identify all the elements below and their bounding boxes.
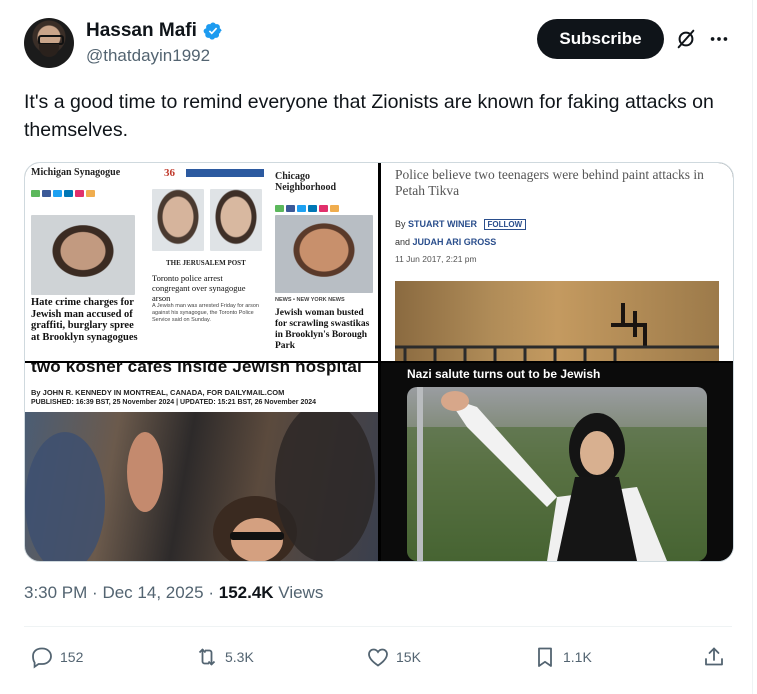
protest-photo — [25, 402, 378, 561]
more-icon[interactable] — [708, 28, 730, 50]
tweet-date[interactable]: Dec 14, 2025 — [102, 583, 203, 602]
author-name-row: Hassan Mafi — [86, 20, 223, 42]
article-published: PUBLISHED: 16:39 BST, 25 November 2024 |… — [31, 399, 317, 406]
grok-icon[interactable] — [675, 28, 697, 50]
article-byline: By JOHN R. KENNEDY IN MONTREAL, CANADA, … — [31, 388, 285, 397]
share-buttons — [269, 203, 378, 214]
share-button[interactable] — [702, 645, 726, 669]
collage-number: 36 — [164, 167, 175, 179]
reply-button[interactable]: 152 — [30, 645, 83, 669]
article-headline: Police believe two teenagers were behind… — [395, 167, 704, 198]
tweet-text: It's a good time to remind everyone that… — [24, 91, 714, 141]
separator: · — [92, 583, 98, 602]
bookmark-count: 1.1K — [563, 649, 592, 665]
collage-meta — [269, 193, 378, 203]
bookmark-button[interactable]: 1.1K — [533, 645, 592, 669]
repost-icon — [198, 648, 216, 666]
subscribe-button[interactable]: Subscribe — [537, 19, 664, 59]
video-frame — [407, 387, 707, 561]
video-caption: Nazi salute turns out to be Jewish — [407, 367, 601, 381]
reply-icon — [32, 647, 52, 669]
collage-kicker: NEWS • NEW YORK NEWS — [275, 297, 345, 303]
like-count: 15K — [396, 649, 421, 665]
author-name[interactable]: Hassan Mafi — [86, 20, 197, 42]
avatar[interactable] — [24, 18, 74, 68]
action-bar: 152 5.3K 15K 1.1K — [0, 645, 757, 675]
bookmark-icon — [538, 647, 552, 667]
collage-headline: Chicago Neighborhood — [275, 171, 337, 193]
collage-body: A Jewish man was arrested Friday for ars… — [152, 303, 259, 323]
mugshot-photo — [152, 189, 204, 251]
article-author-1: STUART WINER — [408, 219, 478, 229]
by-prefix: By — [395, 219, 406, 229]
and-prefix: and — [395, 237, 411, 247]
swastika-graffiti-icon — [395, 303, 719, 361]
reply-count: 152 — [60, 649, 84, 665]
collage-column-3: Chicago Neighborhood NEWS • NEW YORK NEW… — [269, 163, 378, 361]
mugshot-photo — [210, 189, 262, 251]
repost-button[interactable]: 5.3K — [195, 645, 254, 669]
collage-column-1: Michigan Synagogue Hate crime charges fo… — [25, 163, 143, 361]
article-author-2: JUDAH ARI GROSS — [412, 237, 497, 247]
article-date: 11 Jun 2017, 2:21 pm — [395, 254, 477, 264]
mugshot-photo — [275, 215, 373, 293]
raised-arm-figure — [25, 402, 375, 561]
media-grid: Michigan Synagogue Hate crime charges fo… — [24, 162, 734, 562]
views-label: Views — [278, 583, 324, 602]
avatar-beard — [39, 44, 59, 57]
article-headline: two kosher cafes inside Jewish hospital — [31, 363, 362, 376]
heart-icon — [368, 648, 388, 667]
collage-caption: Toronto police arrest congregant over sy… — [152, 273, 246, 303]
graffiti-wall-photo — [395, 281, 719, 361]
separator: · — [208, 583, 214, 602]
verified-badge-icon — [203, 22, 222, 40]
tweet-card: Hassan Mafi @thatdayin1992 Subscribe It'… — [0, 0, 753, 694]
nav-bar — [186, 169, 264, 177]
jpost-logo: THE JERUSALEM POST — [166, 259, 246, 267]
article-byline: By STUART WINER FOLLOW — [395, 219, 527, 230]
tweet-time[interactable]: 3:30 PM — [24, 583, 87, 602]
repost-count: 5.3K — [225, 649, 254, 665]
collage-caption: Hate crime charges for Jewish man accuse… — [31, 297, 138, 343]
media-image-2[interactable]: Police believe two teenagers were behind… — [381, 163, 733, 361]
divider — [24, 626, 732, 627]
mugshot-photo — [31, 215, 135, 295]
collage-meta — [25, 178, 143, 188]
share-icon — [705, 647, 723, 666]
tweet-timestamp: 3:30 PM · Dec 14, 2025 · 152.4K Views — [24, 583, 323, 603]
like-button[interactable]: 15K — [366, 645, 421, 669]
article-byline-2: and JUDAH ARI GROSS — [395, 237, 496, 247]
woman-saluting-figure — [407, 387, 707, 561]
media-image-4[interactable]: Nazi salute turns out to be Jewish — [381, 363, 733, 561]
follow-badge: FOLLOW — [483, 219, 527, 230]
collage-caption: Jewish woman busted for scrawling swasti… — [275, 308, 370, 351]
collage-column-2: 36 THE JERUSALEM POST Toronto police arr… — [146, 163, 266, 361]
media-image-3[interactable]: two kosher cafes inside Jewish hospital … — [25, 363, 378, 561]
collage-headline: Michigan Synagogue — [31, 167, 121, 178]
media-image-1[interactable]: Michigan Synagogue Hate crime charges fo… — [25, 163, 378, 361]
share-buttons — [25, 188, 143, 199]
author-handle[interactable]: @thatdayin1992 — [86, 46, 210, 66]
views-count: 152.4K — [218, 583, 274, 602]
